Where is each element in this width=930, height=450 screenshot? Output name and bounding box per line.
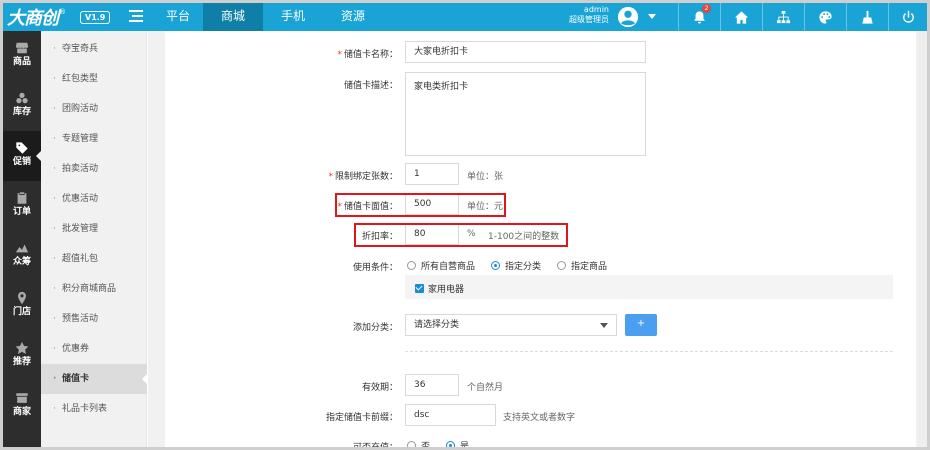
recharge-radio-yes[interactable]: 是 <box>446 439 469 447</box>
submenu-item[interactable]: 积分商城商品 <box>41 274 147 304</box>
sidebar-item-label: 门店 <box>12 307 31 317</box>
use-condition-label: 使用条件： <box>352 263 398 273</box>
home-icon[interactable] <box>720 3 762 31</box>
submenu-item[interactable]: 礼品卡列表 <box>41 394 147 424</box>
sidebar-item-label: 推荐 <box>12 357 31 367</box>
submenu-item[interactable]: 专题管理 <box>41 124 147 154</box>
prefix-input[interactable]: dsc <box>405 404 496 426</box>
tab-mobile[interactable]: 手机 <box>263 3 323 31</box>
chevron-down-icon[interactable] <box>648 14 656 19</box>
submenu-item[interactable]: 批发管理 <box>41 214 147 244</box>
sidebar-item-label: 商品 <box>12 57 31 67</box>
submenu-item[interactable]: 夺宝奇兵 <box>41 34 147 64</box>
user-info[interactable]: admin 超级管理员 <box>559 5 609 25</box>
prefix-label: 指定储值卡前缀： <box>325 413 398 423</box>
validity-input[interactable]: 36 <box>405 374 459 396</box>
sidebar-item-crowdfunding[interactable]: 众筹 <box>3 231 41 281</box>
power-icon[interactable] <box>888 3 927 31</box>
bell-icon[interactable]: 2 <box>678 3 720 31</box>
recharge-label: 可否充值： <box>352 443 398 450</box>
submenu-item[interactable]: 优惠活动 <box>41 184 147 214</box>
face-value-highlight <box>335 193 506 217</box>
card-name-input[interactable]: 大家电折扣卡 <box>405 41 646 63</box>
chevron-down-icon <box>600 323 608 328</box>
sidebar-item-label: 库存 <box>12 107 31 117</box>
avatar-icon[interactable] <box>617 6 639 28</box>
sidebar-item-orders[interactable]: 订单 <box>3 181 41 231</box>
shop-icon <box>15 42 29 54</box>
user-role: 超级管理员 <box>569 15 609 24</box>
condition-radio-product[interactable]: 指定商品 <box>557 259 607 272</box>
user-name: admin <box>583 5 609 14</box>
store-icon <box>16 393 28 403</box>
validity-unit: 个自然月 <box>467 383 504 393</box>
selected-category-box <box>405 275 893 299</box>
discount-highlight <box>354 223 568 247</box>
bind-limit-unit: 单位：张 <box>467 172 504 182</box>
sidebar-item-label: 众筹 <box>12 257 31 267</box>
logo-registered-mark: ® <box>59 8 66 16</box>
condition-radio-all[interactable]: 所有自营商品 <box>407 259 475 272</box>
card-name-label: * 储值卡名称： <box>337 50 398 60</box>
broom-icon[interactable] <box>846 3 888 31</box>
sidebar-item-products[interactable]: 商品 <box>3 31 41 81</box>
card-desc-textarea[interactable]: 家电类折扣卡 <box>405 72 646 156</box>
submenu-item-active[interactable]: 储值卡 <box>41 364 148 394</box>
card-desc-label: 储值卡描述： <box>343 81 398 91</box>
add-category-button[interactable]: + <box>625 314 657 336</box>
sidebar-item-promotion[interactable]: 促销 <box>3 131 42 181</box>
location-icon <box>18 291 26 305</box>
sidebar-item-recommend[interactable]: 推荐 <box>3 331 41 381</box>
category-checkbox[interactable]: 家用电器 <box>415 282 464 295</box>
top-bar: 大商创 ® V1.9 平台 商城 手机 资源 admin 超级管理员 2 <box>3 3 927 31</box>
condition-radio-category[interactable]: 指定分类 <box>491 259 541 272</box>
top-nav: 平台 商城 手机 资源 <box>153 3 383 31</box>
sidebar-item-merchants[interactable]: 商家 <box>3 381 41 431</box>
submenu-item[interactable]: 红包类型 <box>41 64 147 94</box>
bind-limit-label: * 限制绑定张数： <box>328 172 398 182</box>
form-panel: * 储值卡名称： 大家电折扣卡 储值卡描述： 家电类折扣卡 * 限制绑定张数： 1 … <box>165 31 916 447</box>
submenu-item[interactable]: 优惠券 <box>41 334 147 364</box>
sitemap-icon[interactable] <box>762 3 804 31</box>
prefix-hint: 支持英文或者数字 <box>503 413 576 423</box>
sidebar-item-inventory[interactable]: 库存 <box>3 81 41 131</box>
rise-icon <box>15 244 29 253</box>
logo[interactable]: 大商创 ® <box>7 6 66 29</box>
validity-label: 有效期： <box>361 383 398 393</box>
submenu: 夺宝奇兵 红包类型 团购活动 专题管理 拍卖活动 优惠活动 批发管理 超值礼包 … <box>41 31 148 447</box>
category-select-value: 请选择分类 <box>414 320 460 330</box>
cubes-icon <box>16 92 28 104</box>
sidebar-item-label: 商家 <box>12 407 31 417</box>
category-select[interactable]: 请选择分类 <box>405 314 617 336</box>
bind-limit-input[interactable]: 1 <box>405 163 459 185</box>
add-category-label: 添加分类： <box>352 323 398 333</box>
submenu-item[interactable]: 预售活动 <box>41 304 147 334</box>
submenu-item[interactable]: 团购活动 <box>41 94 147 124</box>
sidebar-item-stores[interactable]: 门店 <box>3 281 41 331</box>
submenu-item[interactable]: 超值礼包 <box>41 244 147 274</box>
version-badge: V1.9 <box>80 11 111 24</box>
submenu-item[interactable]: 拍卖活动 <box>41 154 147 184</box>
tab-resources[interactable]: 资源 <box>323 3 383 31</box>
left-sidebar: 商品 库存 促销 订单 众筹 门店 推荐 商家 <box>3 31 42 447</box>
vertical-scrollbar[interactable] <box>918 31 927 447</box>
star-icon <box>15 341 29 354</box>
app-window: 大商创 ® V1.9 平台 商城 手机 资源 admin 超级管理员 2 商品 … <box>0 0 930 450</box>
main-content: * 储值卡名称： 大家电折扣卡 储值卡描述： 家电类折扣卡 * 限制绑定张数： 1 … <box>148 31 927 447</box>
recharge-radio-no[interactable]: 否 <box>407 439 430 447</box>
notification-badge: 2 <box>702 4 711 13</box>
menu-toggle-icon[interactable] <box>129 10 143 24</box>
tab-mall[interactable]: 商城 <box>203 3 263 31</box>
sidebar-item-label: 订单 <box>12 207 31 217</box>
logo-text: 大商创 <box>7 8 59 29</box>
divider <box>405 351 893 352</box>
palette-icon[interactable] <box>804 3 846 31</box>
tag-icon <box>16 142 28 154</box>
clipboard-icon <box>17 192 27 204</box>
top-toolbar: 2 <box>678 3 927 31</box>
tab-platform[interactable]: 平台 <box>153 3 203 31</box>
